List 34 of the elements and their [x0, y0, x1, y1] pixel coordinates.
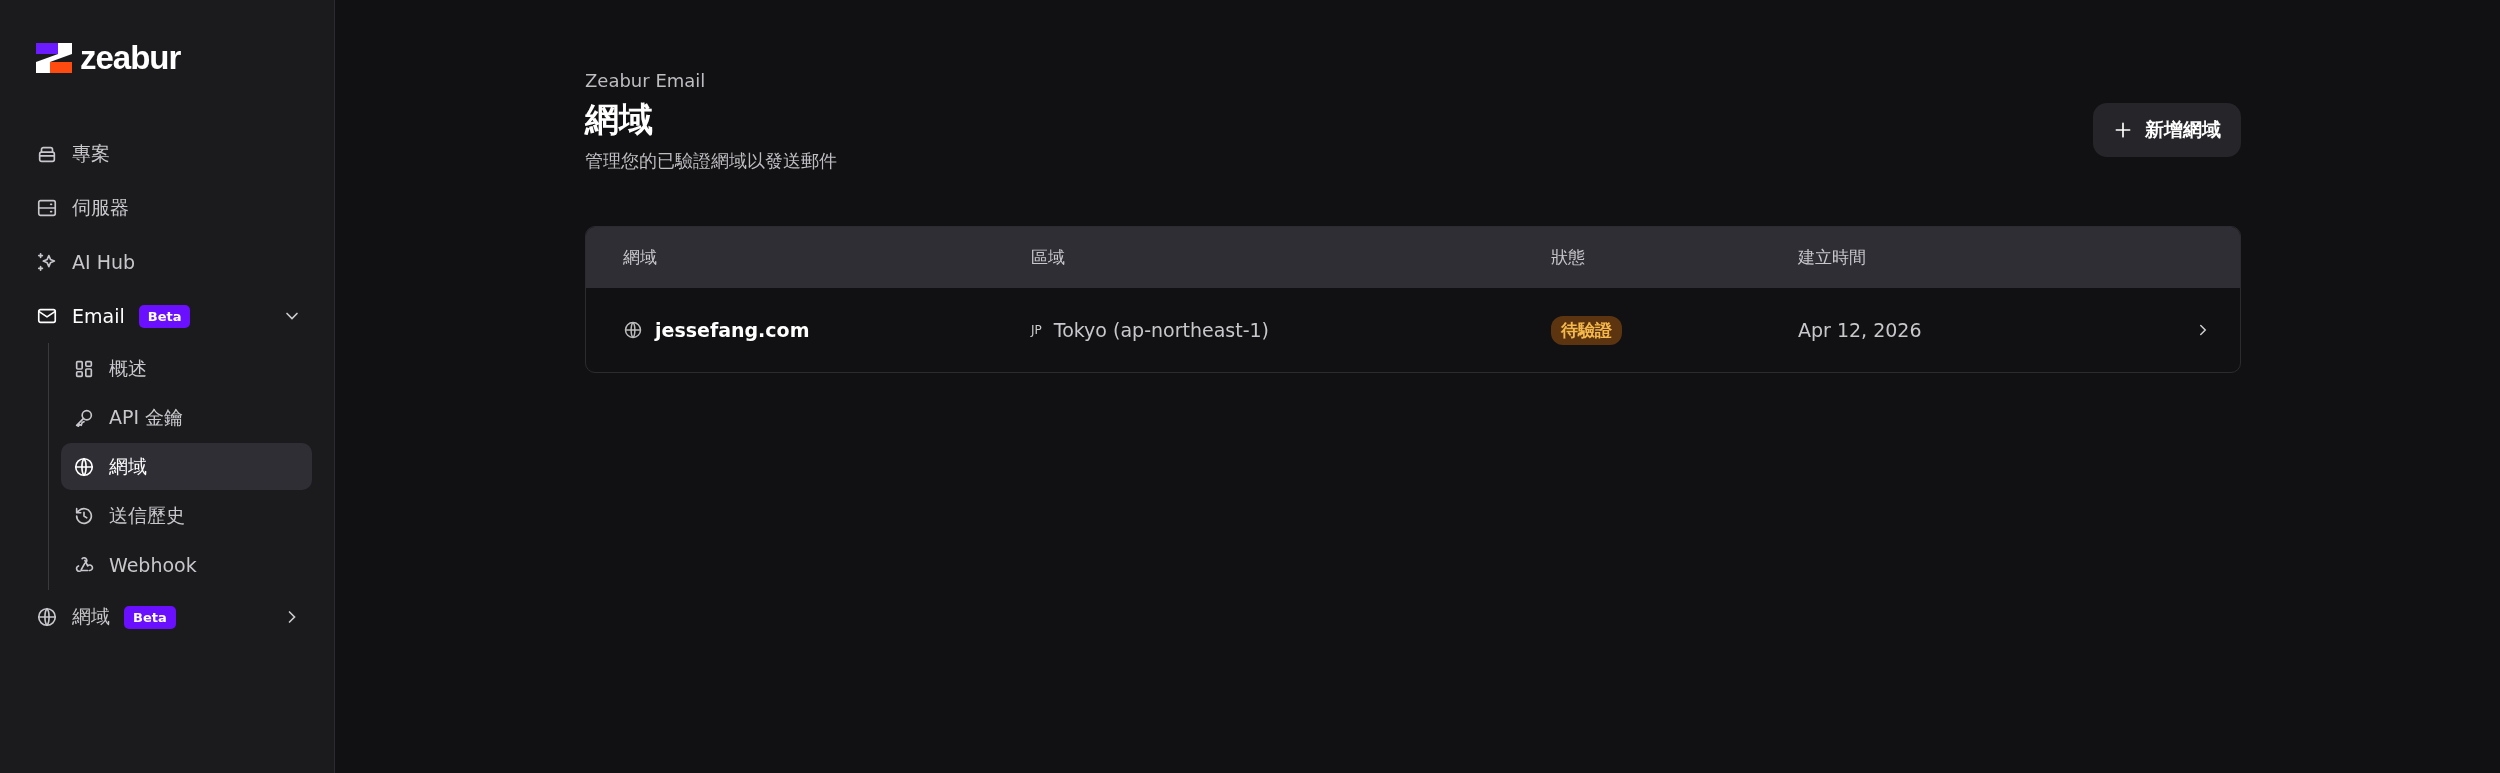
globe-icon: [73, 455, 95, 478]
nav-item[interactable]: AI Hub: [36, 235, 312, 289]
beta-badge: Beta: [124, 605, 176, 629]
globe-icon: [623, 320, 643, 340]
nav-item[interactable]: 伺服器: [36, 181, 312, 235]
page-description: 管理您的已驗證網域以發送郵件: [585, 149, 837, 173]
plus-icon: [2113, 120, 2133, 140]
nav-item[interactable]: 專案: [36, 127, 312, 181]
status-badge: 待驗證: [1551, 315, 1622, 345]
column-header: 區域: [1031, 246, 1066, 269]
globe-icon: [36, 606, 58, 628]
logo-text: zeabur: [80, 39, 181, 77]
page-eyebrow: Zeabur Email: [585, 70, 707, 91]
nav-subitem[interactable]: API 金鑰: [61, 394, 312, 441]
created-date: Apr 12, 2026: [1798, 319, 1922, 341]
add-domain-button[interactable]: 新增網域: [2093, 103, 2241, 157]
page-title: 網域: [585, 98, 654, 141]
nav-subitem[interactable]: 送信歷史: [61, 492, 312, 539]
column-header: 網域: [623, 246, 658, 269]
region-code: JP: [1031, 323, 1042, 337]
column-header: 狀態: [1551, 246, 1586, 269]
sparkle-icon: [36, 251, 58, 273]
beta-badge: Beta: [138, 304, 191, 328]
logo-icon: [36, 43, 72, 73]
nav-subitem[interactable]: 概述: [61, 345, 312, 392]
nav-subitem[interactable]: 網域: [61, 443, 312, 490]
column-header: 建立時間: [1798, 246, 1867, 269]
domain-name: jessefang.com: [655, 319, 810, 341]
nav-subitem[interactable]: Webhook: [61, 541, 312, 588]
region-name: Tokyo (ap-northeast-1): [1053, 319, 1269, 341]
nav-item[interactable]: Email Beta: [36, 289, 312, 343]
domain-row[interactable]: jessefang.com JP Tokyo (ap-northeast-1) 待驗證 Apr 12, 2026: [586, 288, 2240, 372]
server-icon: [36, 197, 58, 219]
nav-item[interactable]: 網域 Beta: [36, 590, 312, 644]
